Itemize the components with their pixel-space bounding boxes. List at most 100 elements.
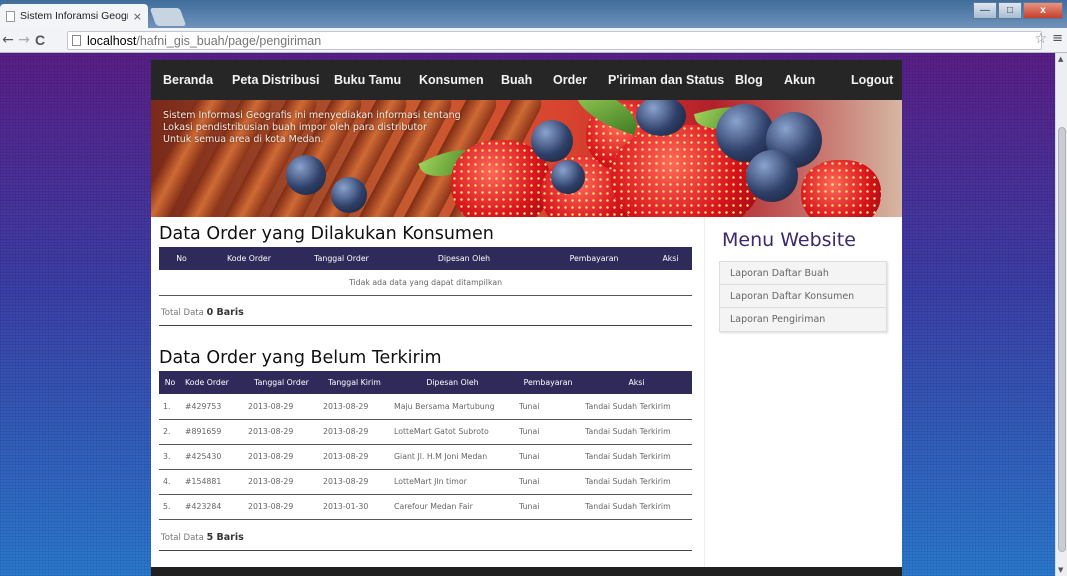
cell-no: 1.	[159, 394, 181, 420]
column-header: Dipesan Oleh	[390, 371, 515, 394]
cell-kode-order: #429753	[181, 394, 244, 420]
column-header: Tanggal Order	[244, 371, 319, 394]
cell-kode-order: #154881	[181, 469, 244, 495]
cell-tanggal-order: 2013-08-29	[244, 469, 319, 495]
nav-item-konsumen[interactable]: Konsumen	[419, 73, 484, 87]
total-count: 5 Baris	[206, 532, 244, 543]
url-host: localhost	[87, 33, 137, 48]
column-header: Dipesan Oleh	[389, 247, 539, 270]
cell-tanggal-order: 2013-08-29	[244, 444, 319, 470]
minimize-button[interactable]: —	[973, 2, 997, 19]
nav-item-blog[interactable]: Blog	[735, 73, 763, 87]
cell-pembayaran: Tunai	[515, 494, 581, 520]
column-header: No	[159, 247, 204, 270]
page-viewport: Beranda Peta Distribusi Buku Tamu Konsum…	[0, 53, 1055, 576]
total-label: Total Data	[161, 533, 204, 543]
mark-sent-link[interactable]: Tandai Sudah Terkirim	[581, 494, 692, 520]
back-icon[interactable]: ←	[0, 32, 16, 48]
column-header: No	[159, 371, 181, 394]
new-tab-button[interactable]	[149, 8, 187, 26]
column-header: Tanggal Kirim	[319, 371, 390, 394]
scroll-up-icon[interactable]: ▲	[1058, 55, 1063, 63]
main-nav: Beranda Peta Distribusi Buku Tamu Konsum…	[151, 60, 902, 100]
cell-dipesan-oleh: LotteMart Jln timor	[390, 469, 515, 495]
column-header: Aksi	[649, 247, 692, 270]
close-tab-icon[interactable]: ×	[133, 10, 142, 23]
total-data-dilakukan: Total Data 0 Baris	[161, 307, 244, 318]
cell-pembayaran: Tunai	[515, 394, 581, 420]
nav-item-buah[interactable]: Buah	[501, 73, 532, 87]
table-row: 3. #425430 2013-08-29 2013-08-29 Giant J…	[159, 444, 692, 470]
cell-pembayaran: Tunai	[515, 444, 581, 470]
browser-toolbar: ← → C localhost/hafni_gis_buah/page/peng…	[0, 28, 1067, 53]
address-bar[interactable]: localhost/hafni_gis_buah/page/pengiriman	[67, 31, 1042, 50]
cell-no: 5.	[159, 494, 181, 520]
nav-item-peta-distribusi[interactable]: Peta Distribusi	[232, 73, 320, 87]
section-title-order-dilakukan: Data Order yang Dilakukan Konsumen	[159, 224, 494, 244]
cell-tanggal-kirim: 2013-01-30	[319, 494, 390, 520]
mark-sent-link[interactable]: Tandai Sudah Terkirim	[581, 419, 692, 445]
scrollbar-thumb[interactable]	[1058, 127, 1066, 552]
nav-item-buku-tamu[interactable]: Buku Tamu	[334, 73, 401, 87]
cell-kode-order: #423284	[181, 494, 244, 520]
scroll-down-icon[interactable]: ▼	[1058, 566, 1063, 574]
banner-decoration	[286, 155, 326, 195]
cell-tanggal-kirim: 2013-08-29	[319, 469, 390, 495]
sidebar-item-laporan-pengiriman[interactable]: Laporan Pengiriman	[720, 308, 886, 331]
cell-kode-order: #891659	[181, 419, 244, 445]
cell-tanggal-order: 2013-08-29	[244, 419, 319, 445]
browser-tab-bar: Sistem Inforamsi Geografi × — □ x	[0, 0, 1067, 28]
divider	[159, 550, 692, 551]
banner-decoration	[531, 120, 573, 162]
url-path: /hafni_gis_buah/page/pengiriman	[136, 33, 322, 48]
sidebar-item-laporan-konsumen[interactable]: Laporan Daftar Konsumen	[720, 285, 886, 308]
mark-sent-link[interactable]: Tandai Sudah Terkirim	[581, 444, 692, 470]
bookmark-star-icon[interactable]: ☆	[1034, 31, 1047, 47]
browser-tab[interactable]: Sistem Inforamsi Geografi ×	[0, 4, 148, 28]
sidebar-menu: Laporan Daftar Buah Laporan Daftar Konsu…	[719, 261, 887, 332]
mark-sent-link[interactable]: Tandai Sudah Terkirim	[581, 469, 692, 495]
table-row: 1. #429753 2013-08-29 2013-08-29 Maju Be…	[159, 394, 692, 420]
reload-icon[interactable]: C	[32, 32, 48, 48]
table-row: 5. #423284 2013-08-29 2013-01-30 Carefou…	[159, 494, 692, 520]
forward-icon[interactable]: →	[16, 32, 32, 48]
banner-decoration	[551, 160, 585, 194]
sidebar-item-laporan-buah[interactable]: Laporan Daftar Buah	[720, 262, 886, 285]
banner-decoration	[746, 150, 798, 202]
browser-menu-icon[interactable]: ≡	[1052, 31, 1063, 46]
cell-tanggal-order: 2013-08-29	[244, 494, 319, 520]
banner-line: Lokasi pendistribusian buah impor oleh p…	[163, 122, 427, 133]
cell-dipesan-oleh: Giant Jl. H.M Joni Medan	[390, 444, 515, 470]
vertical-scrollbar[interactable]: ▲ ▼	[1055, 53, 1067, 576]
cell-no: 2.	[159, 419, 181, 445]
cell-no: 3.	[159, 444, 181, 470]
window-controls: — □ x	[973, 2, 1063, 19]
page-icon	[6, 10, 15, 22]
total-count: 0 Baris	[206, 307, 244, 318]
cell-dipesan-oleh: Carefour Medan Fair	[390, 494, 515, 520]
cell-tanggal-kirim: 2013-08-29	[319, 394, 390, 420]
column-header: Kode Order	[181, 371, 244, 394]
maximize-button[interactable]: □	[998, 2, 1022, 19]
page-icon	[72, 35, 81, 46]
table-order-belum: No Kode Order Tanggal Order Tanggal Kiri…	[159, 371, 692, 520]
close-window-button[interactable]: x	[1023, 2, 1063, 19]
nav-item-order[interactable]: Order	[553, 73, 587, 87]
mark-sent-link[interactable]: Tandai Sudah Terkirim	[581, 394, 692, 420]
banner-description: Sistem Informasi Geografis ini menyediak…	[163, 110, 461, 146]
nav-item-pengiriman-status[interactable]: P'iriman dan Status	[608, 73, 724, 87]
table-order-dilakukan: No Kode Order Tanggal Order Dipesan Oleh…	[159, 247, 692, 296]
table-row: 2. #891659 2013-08-29 2013-08-29 LotteMa…	[159, 419, 692, 445]
sidebar-title: Menu Website	[722, 229, 856, 251]
divider	[159, 325, 692, 326]
nav-item-logout[interactable]: Logout	[851, 73, 893, 87]
section-title-order-belum: Data Order yang Belum Terkirim	[159, 348, 442, 368]
nav-item-beranda[interactable]: Beranda	[163, 73, 213, 87]
banner-line: Untuk semua area di kota Medan.	[163, 134, 324, 145]
page-footer	[151, 567, 902, 576]
tab-title: Sistem Inforamsi Geografi	[20, 10, 128, 22]
nav-item-akun[interactable]: Akun	[784, 73, 815, 87]
sidebar-divider	[704, 217, 705, 576]
cell-dipesan-oleh: Maju Bersama Martubung	[390, 394, 515, 420]
table-row: Tidak ada data yang dapat ditampilkan	[159, 270, 692, 296]
